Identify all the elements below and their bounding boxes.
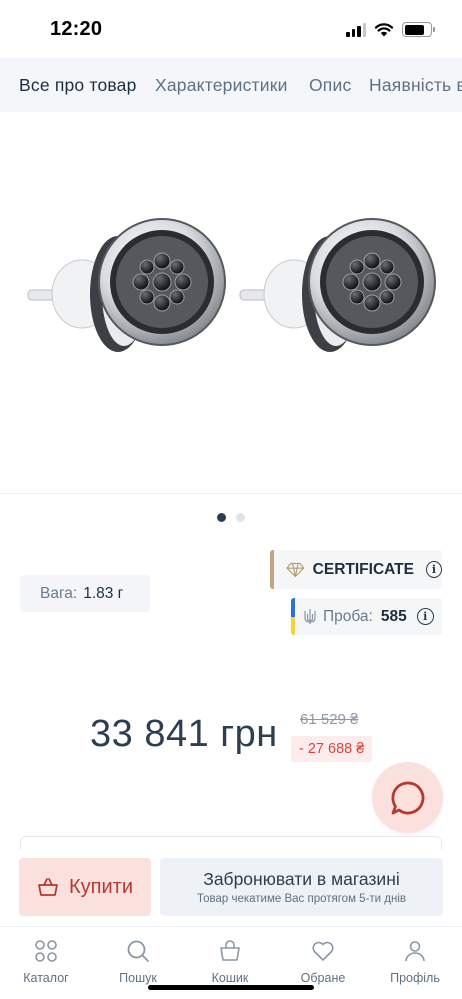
nav-search-label: Пошук	[119, 971, 157, 985]
chat-bubble-icon	[390, 781, 424, 814]
battery-icon	[402, 22, 435, 37]
product-gallery[interactable]	[0, 112, 462, 494]
ukraine-flag	[291, 598, 295, 635]
nav-catalog[interactable]: Каталог	[0, 939, 92, 985]
status-bar: 12:20	[0, 0, 462, 58]
discount-badge: - 27 688 ₴	[291, 736, 373, 762]
right-earring	[239, 218, 436, 352]
tab-all-about-product[interactable]: Все про товар	[19, 75, 137, 96]
nav-profile[interactable]: Профіль	[369, 939, 461, 985]
purchase-action-bar: Купити Забронювати в магазині Товар чека…	[0, 836, 462, 926]
gallery-pagination	[0, 513, 462, 522]
card-edge	[20, 836, 442, 850]
nav-basket-label: Кошик	[211, 971, 249, 985]
buy-label: Купити	[69, 875, 133, 898]
tab-availability[interactable]: Наявність в	[369, 75, 462, 96]
basket-icon	[220, 940, 240, 961]
nav-favorites[interactable]: Обране	[277, 939, 369, 985]
reserve-in-store-button[interactable]: Забронювати в магазині Товар чекатиме Ва…	[160, 858, 443, 916]
nav-profile-label: Профіль	[390, 971, 440, 985]
weight-badge: Вага: 1.83 г	[20, 575, 150, 612]
wifi-icon	[374, 23, 394, 37]
home-indicator	[148, 985, 314, 990]
weight-label: Вага:	[40, 584, 78, 602]
old-price: 61 529 ₴	[300, 711, 359, 728]
hallmark-label: Проба:	[323, 607, 373, 625]
gallery-dot-2[interactable]	[236, 513, 245, 522]
nav-favorites-label: Обране	[300, 971, 346, 985]
gallery-dot-1[interactable]	[217, 513, 226, 522]
reserve-subtitle: Товар чекатиме Вас протягом 5-ти днів	[196, 893, 407, 905]
product-tabs: Все про товар Характеристики Опис Наявні…	[0, 58, 462, 112]
status-time: 12:20	[50, 18, 103, 40]
nav-search[interactable]: Пошук	[92, 939, 184, 985]
diamond-icon	[286, 562, 305, 577]
cellular-signal-icon	[346, 22, 366, 37]
status-icons	[346, 22, 435, 37]
search-icon	[127, 940, 149, 962]
reserve-label: Забронювати в магазині	[203, 869, 400, 889]
basket-icon	[38, 878, 58, 896]
hallmark-badge[interactable]: Проба: 585 i	[291, 598, 442, 635]
info-icon[interactable]: i	[426, 561, 442, 578]
product-image	[27, 218, 436, 352]
buy-button[interactable]: Купити	[19, 858, 151, 916]
certificate-badge[interactable]: CERTIFICATE i	[270, 550, 442, 589]
info-icon[interactable]: i	[416, 608, 434, 625]
weight-value: 1.83 г	[83, 584, 124, 602]
profile-icon	[405, 941, 425, 962]
trident-icon	[304, 608, 316, 624]
nav-catalog-label: Каталог	[23, 971, 69, 985]
chat-button[interactable]	[372, 762, 443, 833]
tab-characteristics[interactable]: Характеристики	[155, 75, 288, 96]
current-price: 33 841 грн	[90, 713, 278, 755]
left-earring	[27, 218, 226, 352]
hallmark-value: 585	[380, 607, 407, 625]
nav-basket[interactable]: Кошик	[184, 939, 276, 985]
catalog-icon	[35, 940, 57, 962]
certificate-label: CERTIFICATE	[312, 560, 414, 578]
heart-icon	[312, 941, 334, 961]
tab-description[interactable]: Опис	[309, 75, 351, 96]
